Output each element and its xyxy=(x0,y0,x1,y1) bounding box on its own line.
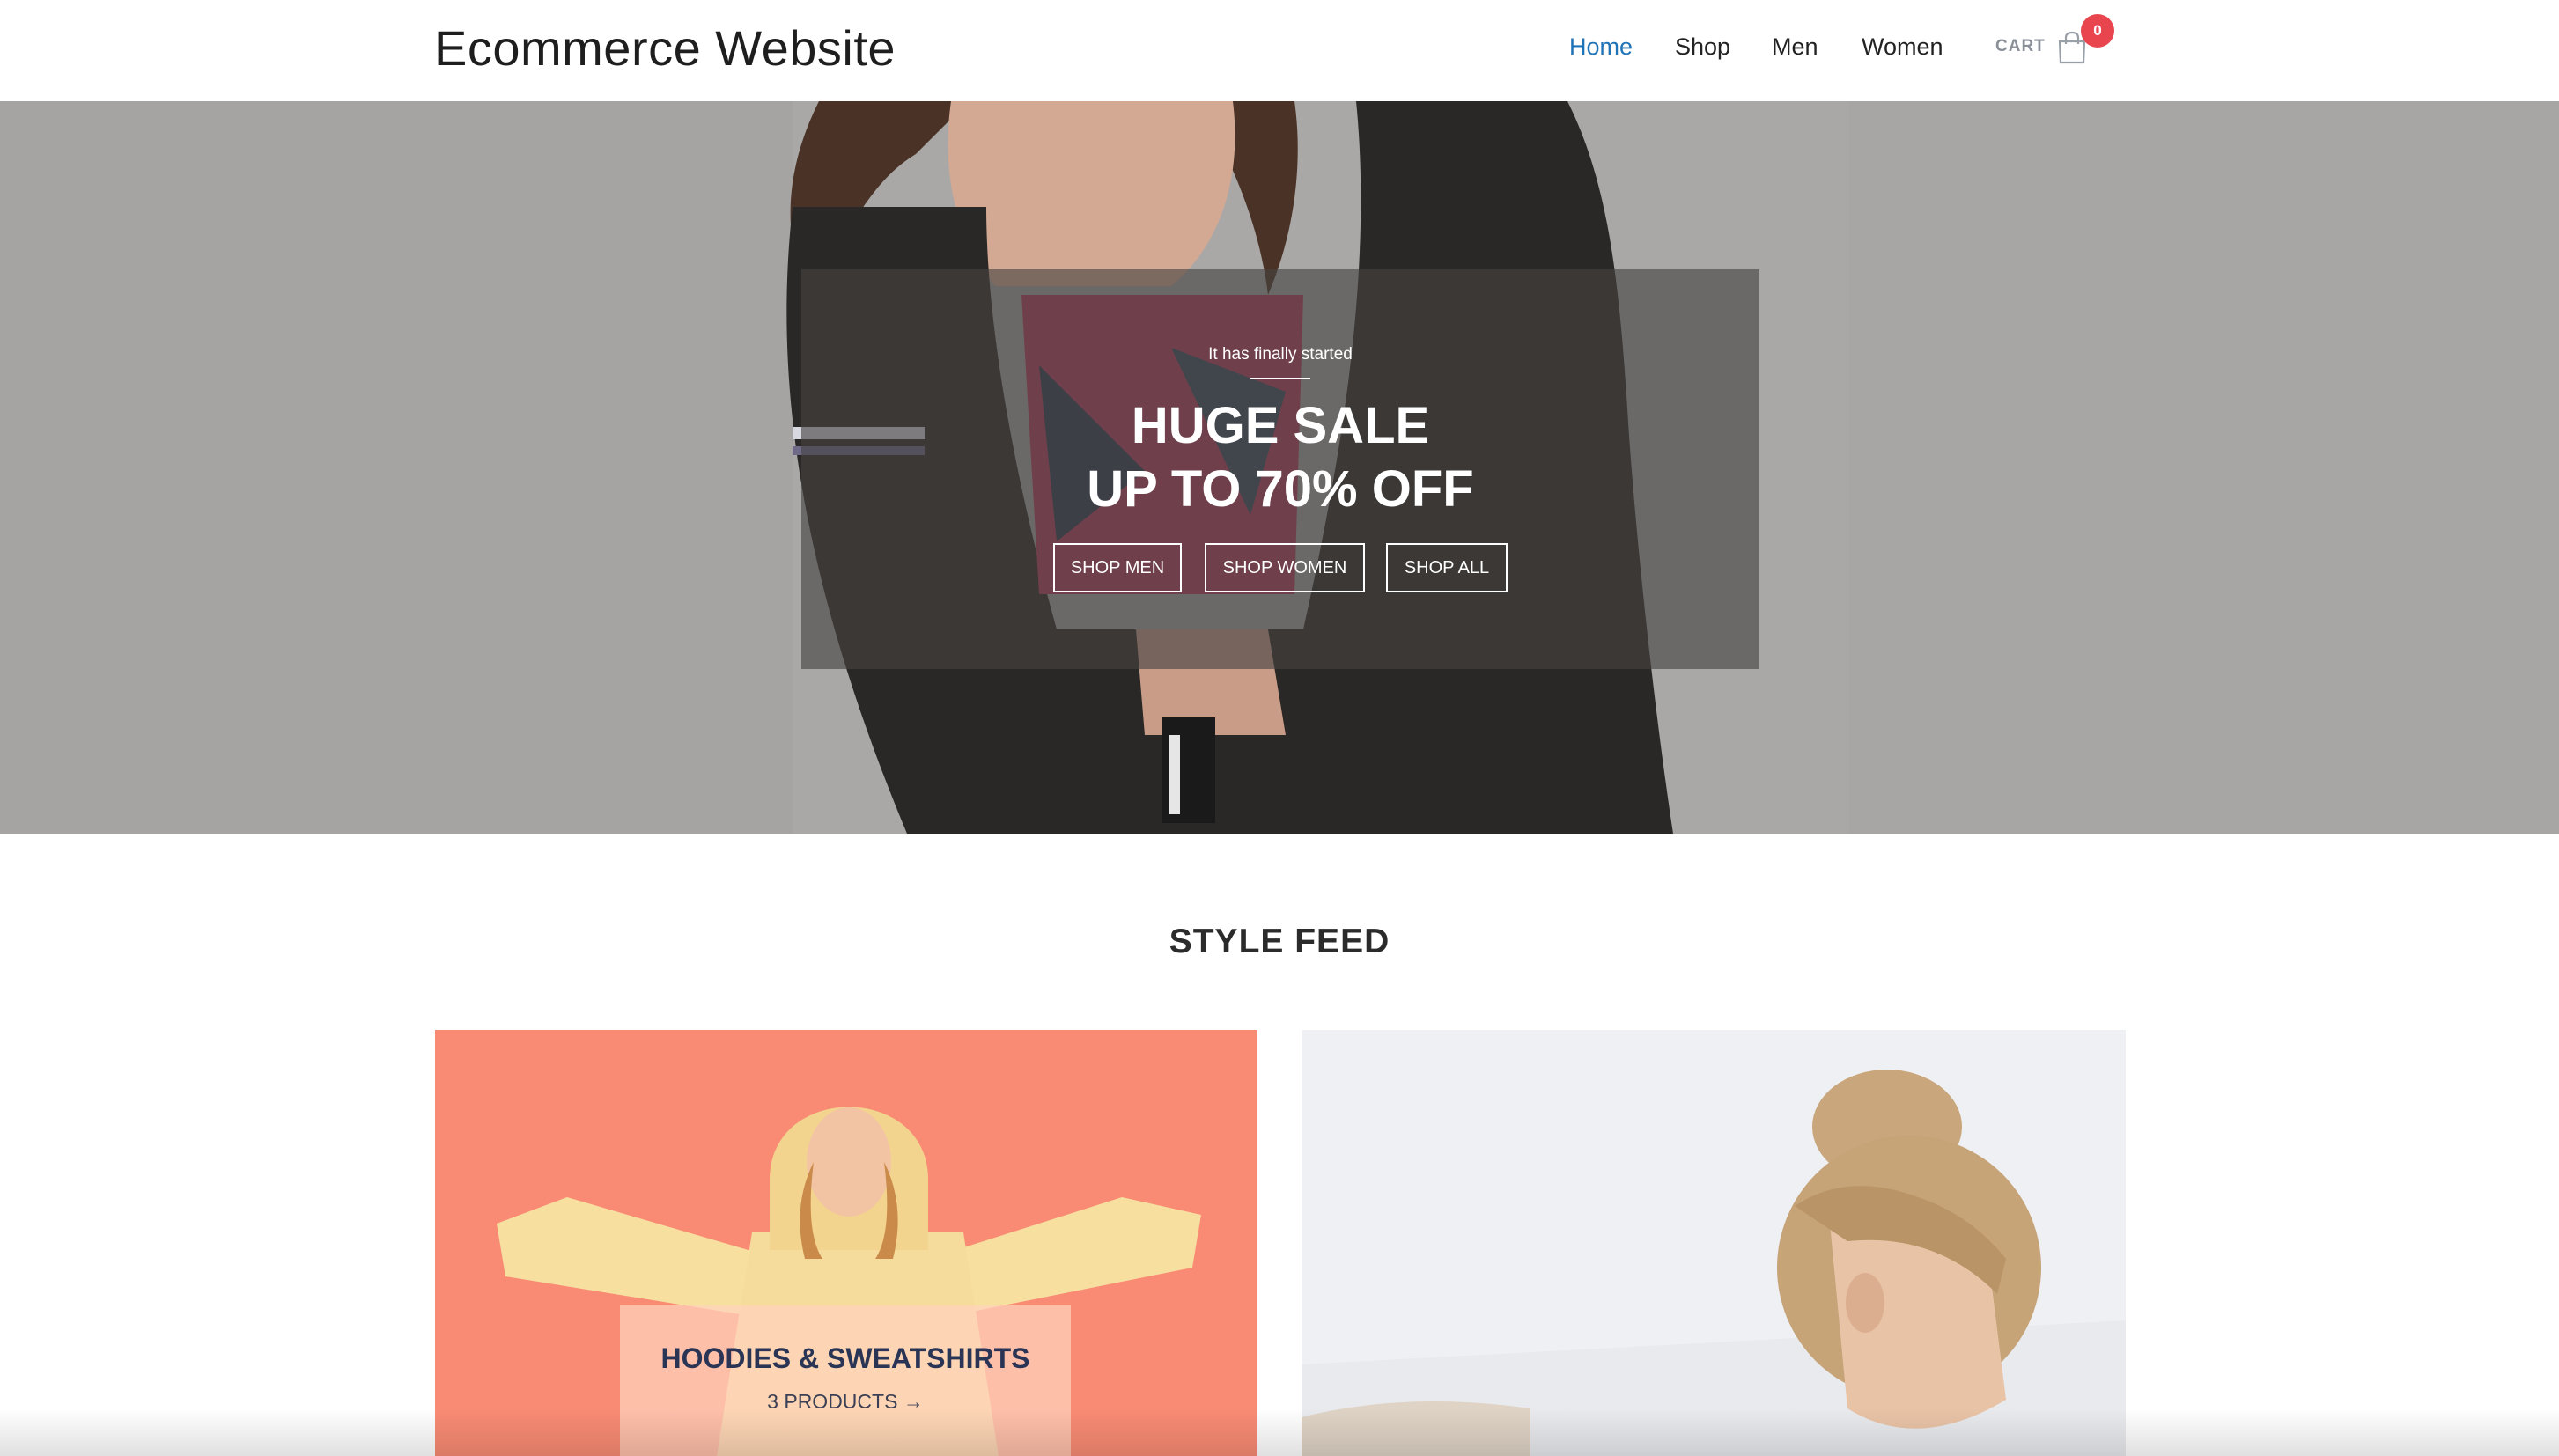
nav-men[interactable]: Men xyxy=(1772,33,1818,63)
card-count-text: 3 PRODUCTS xyxy=(767,1390,898,1413)
shop-all-button[interactable]: SHOP ALL xyxy=(1386,543,1508,592)
hero-kicker: It has finally started xyxy=(1208,345,1353,364)
hero-divider xyxy=(1250,378,1310,379)
hero-title: HUGE SALE UP TO 70% OFF xyxy=(801,394,1759,521)
nav-shop[interactable]: Shop xyxy=(1675,33,1730,63)
card-title: HOODIES & SWEATSHIRTS xyxy=(660,1342,1030,1374)
blonde-model-image xyxy=(1302,1030,2126,1456)
shop-men-button[interactable]: SHOP MEN xyxy=(1053,543,1182,592)
hero-overlay-panel: It has finally started HUGE SALE UP TO 7… xyxy=(801,269,1759,669)
card-label-panel: HOODIES & SWEATSHIRTS 3 PRODUCTS → xyxy=(620,1305,1071,1456)
hero-banner: It has finally started HUGE SALE UP TO 7… xyxy=(0,101,2559,834)
category-card-hoodies[interactable]: HOODIES & SWEATSHIRTS 3 PRODUCTS → xyxy=(435,1030,1257,1456)
hero-title-line2: UP TO 70% OFF xyxy=(1087,460,1474,518)
card-product-count[interactable]: 3 PRODUCTS → xyxy=(620,1390,1071,1414)
nav-women[interactable]: Women xyxy=(1862,33,1943,63)
nav-home[interactable]: Home xyxy=(1569,33,1633,63)
style-feed-title: STYLE FEED xyxy=(1169,923,1390,960)
arrow-right-icon: → xyxy=(903,1390,924,1413)
shop-women-button[interactable]: SHOP WOMEN xyxy=(1205,543,1365,592)
scroll-fade xyxy=(0,1408,2559,1456)
cart-count-badge: 0 xyxy=(2081,14,2114,48)
cart-label: CART xyxy=(1995,37,2046,55)
site-header: Ecommerce Website Home Shop Men Women CA… xyxy=(0,0,2559,101)
hero-title-line1: HUGE SALE xyxy=(1131,397,1430,454)
site-logo[interactable]: Ecommerce Website xyxy=(434,19,896,77)
category-card-feature[interactable] xyxy=(1302,1030,2126,1456)
